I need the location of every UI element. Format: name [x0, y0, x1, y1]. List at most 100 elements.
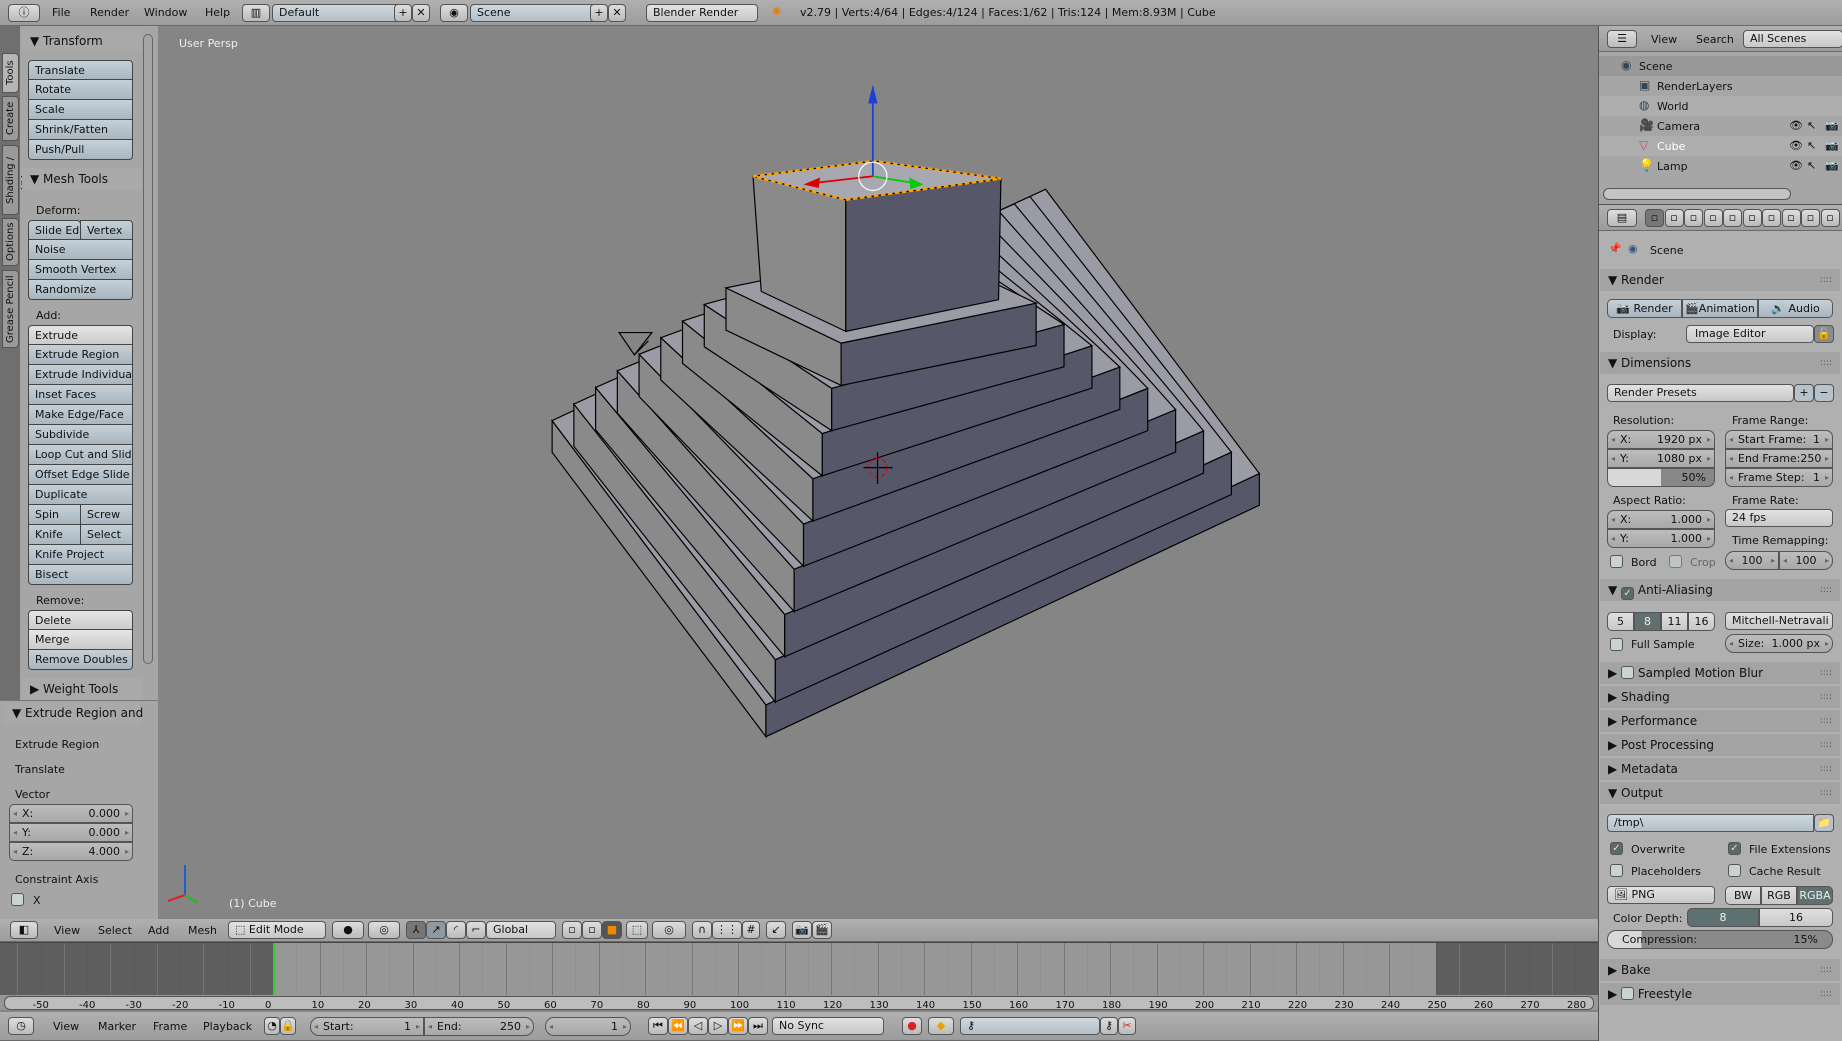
- play-icon[interactable]: ▷: [708, 1017, 728, 1035]
- crop-checkbox[interactable]: [1669, 555, 1682, 568]
- aspect-y-field[interactable]: Y: 1.000: [1607, 529, 1715, 548]
- drag-handle-icon[interactable]: ::::: [1820, 758, 1832, 780]
- tool-make-edge-face-button[interactable]: Make Edge/Face: [28, 405, 133, 425]
- post-processing-panel-header[interactable]: ▶ Post Processing::::: [1600, 734, 1840, 756]
- current-frame-marker[interactable]: [273, 943, 275, 995]
- resolution-percent-slider[interactable]: 50%: [1607, 468, 1715, 487]
- render-toggle-icon[interactable]: 📷: [1825, 159, 1839, 172]
- tool-merge-button[interactable]: Merge: [28, 630, 133, 650]
- snap-icon[interactable]: ∩: [692, 921, 712, 939]
- tool-spin-button[interactable]: Spin: [28, 505, 81, 525]
- preset-add-icon[interactable]: +: [1794, 384, 1814, 402]
- vector-x-field[interactable]: X: 0.000: [9, 804, 133, 823]
- aa-samples-8[interactable]: 8: [1634, 612, 1661, 631]
- tool-translate-button[interactable]: Translate: [28, 60, 133, 80]
- render-toggle-icon[interactable]: 📷: [1825, 119, 1839, 132]
- jump-start-icon[interactable]: ⏮: [648, 1017, 668, 1035]
- translate-manipulator-icon[interactable]: ↗: [426, 921, 446, 939]
- properties-tab-constraints-icon[interactable]: ▫: [1742, 209, 1762, 227]
- placeholders-checkbox[interactable]: [1610, 864, 1623, 877]
- filter-size-field[interactable]: Size: 1.000 px: [1725, 634, 1833, 653]
- limit-selection-icon[interactable]: ⬚: [626, 921, 648, 939]
- remap-old-field[interactable]: 100: [1725, 551, 1779, 570]
- menu-mesh[interactable]: Mesh: [188, 924, 217, 937]
- scene-add-icon[interactable]: +: [590, 4, 608, 22]
- outliner-item-renderlayers[interactable]: ▣ RenderLayers: [1599, 76, 1842, 96]
- delete-keyframe-icon[interactable]: ✂: [1118, 1017, 1136, 1035]
- bake-panel-header[interactable]: ▶ Bake::::: [1600, 959, 1840, 981]
- tool-inset-faces-button[interactable]: Inset Faces: [28, 385, 133, 405]
- manipulator-icon[interactable]: ⅄: [406, 921, 426, 939]
- edge-select-icon[interactable]: ▫: [582, 921, 602, 939]
- tool-loop-cut-and-slide-button[interactable]: Loop Cut and Slide: [28, 445, 133, 465]
- editor-type-3d-icon[interactable]: ◧: [10, 921, 38, 939]
- mesh-tools-panel-header[interactable]: ▼ Mesh Tools: [22, 168, 142, 190]
- tab-options[interactable]: Options: [2, 218, 19, 266]
- drag-handle-icon[interactable]: ::::: [1820, 710, 1832, 732]
- resolution-x-field[interactable]: X: 1920 px: [1607, 430, 1715, 449]
- frame-rate-select[interactable]: 24 fps: [1725, 509, 1833, 527]
- orientation-select[interactable]: Global: [486, 921, 556, 939]
- insert-keyframe-icon[interactable]: ⚷: [1100, 1017, 1118, 1035]
- render-button[interactable]: 📷 Render: [1607, 299, 1682, 318]
- play-reverse-icon[interactable]: ◁: [688, 1017, 708, 1035]
- weight-tools-panel-header[interactable]: ▶ Weight Tools: [22, 678, 142, 700]
- tool-extrude-individual-button[interactable]: Extrude Individual: [28, 365, 133, 385]
- frame-step-prop[interactable]: Frame Step: 1: [1725, 468, 1833, 487]
- freestyle-checkbox[interactable]: [1621, 987, 1635, 1000]
- tool-extrude-region-button[interactable]: Extrude Region: [28, 345, 133, 365]
- border-checkbox[interactable]: [1610, 555, 1623, 568]
- properties-tab-object-icon[interactable]: ▫: [1723, 209, 1742, 227]
- aa-samples-5[interactable]: 5: [1607, 612, 1634, 631]
- dimensions-panel-header[interactable]: ▼ Dimensions::::: [1600, 352, 1840, 374]
- record-icon[interactable]: ●: [902, 1017, 922, 1035]
- tool-select-button[interactable]: Select: [80, 525, 133, 545]
- menu-add[interactable]: Add: [148, 924, 169, 937]
- tool-knife-project-button[interactable]: Knife Project: [28, 545, 133, 565]
- snap-element-icon[interactable]: ⋮⋮: [712, 921, 742, 939]
- shading-panel-header[interactable]: ▶ Shading::::: [1600, 686, 1840, 708]
- file-extensions-checkbox[interactable]: ✓: [1728, 842, 1741, 855]
- drag-handle-icon[interactable]: ::::: [1820, 734, 1832, 756]
- start-frame-field[interactable]: Start: 1: [310, 1017, 424, 1036]
- tool-delete-button[interactable]: Delete: [28, 610, 133, 630]
- drag-handle-icon[interactable]: ::::: [1820, 662, 1832, 684]
- eye-icon[interactable]: 👁: [1789, 139, 1803, 152]
- display-select[interactable]: Image Editor: [1686, 325, 1814, 343]
- outliner-item-lamp[interactable]: 💡 Lamp 👁 ↖ 📷: [1599, 156, 1842, 176]
- outliner-scrollbar[interactable]: [1603, 188, 1791, 200]
- tab-grease-pencil[interactable]: Grease Pencil: [2, 270, 19, 348]
- start-frame-prop[interactable]: Start Frame: 1: [1725, 430, 1833, 449]
- drag-handle-icon[interactable]: ::::: [1820, 686, 1832, 708]
- cache-result-checkbox[interactable]: [1728, 864, 1741, 877]
- tool-knife-button[interactable]: Knife: [28, 525, 81, 545]
- aspect-x-field[interactable]: X: 1.000: [1607, 510, 1715, 529]
- audio-button[interactable]: 🔊 Audio: [1758, 299, 1833, 318]
- properties-tab-render-layers-icon[interactable]: ▫: [1664, 209, 1684, 227]
- keyframe-type-icon[interactable]: ◆: [928, 1017, 954, 1035]
- properties-tab-modifiers-icon[interactable]: ▫: [1762, 209, 1781, 227]
- properties-tab-world-icon[interactable]: ▫: [1703, 209, 1723, 227]
- properties-tab-texture-icon[interactable]: ▫: [1820, 209, 1840, 227]
- scene-icon[interactable]: ◉: [440, 4, 468, 22]
- sampled-motion-blur-panel-header[interactable]: ▶ Sampled Motion Blur::::: [1600, 662, 1840, 684]
- file-format-select[interactable]: 🖼 PNG: [1607, 886, 1715, 904]
- color-mode-rgba[interactable]: RGBA: [1797, 886, 1833, 905]
- timeline-ruler[interactable]: [4, 996, 1594, 1010]
- tool-duplicate-button[interactable]: Duplicate: [28, 485, 133, 505]
- tool-remove-doubles-button[interactable]: Remove Doubles: [28, 650, 133, 670]
- aa-samples-11[interactable]: 11: [1661, 612, 1688, 631]
- mode-select[interactable]: ⬚ Edit Mode: [228, 921, 326, 939]
- tool-slide-ed-button[interactable]: Slide Ed: [28, 220, 81, 240]
- tl-menu-frame[interactable]: Frame: [153, 1020, 187, 1033]
- tool-offset-edge-slide-button[interactable]: Offset Edge Slide: [28, 465, 133, 485]
- snap-target-icon[interactable]: #: [742, 921, 760, 939]
- menu-window[interactable]: Window: [144, 6, 187, 19]
- compression-slider[interactable]: Compression: 15%: [1607, 930, 1833, 949]
- current-frame-field[interactable]: 1: [545, 1017, 631, 1036]
- vector-z-field[interactable]: Z: 4.000: [9, 842, 133, 861]
- overwrite-checkbox[interactable]: ✓: [1610, 842, 1623, 855]
- operator-panel-header[interactable]: ▼ Extrude Region and: [4, 702, 143, 724]
- proportional-edit-icon[interactable]: ◎: [652, 921, 686, 939]
- outliner-item-camera[interactable]: 🎥 Camera 👁 ↖ 📷: [1599, 116, 1842, 136]
